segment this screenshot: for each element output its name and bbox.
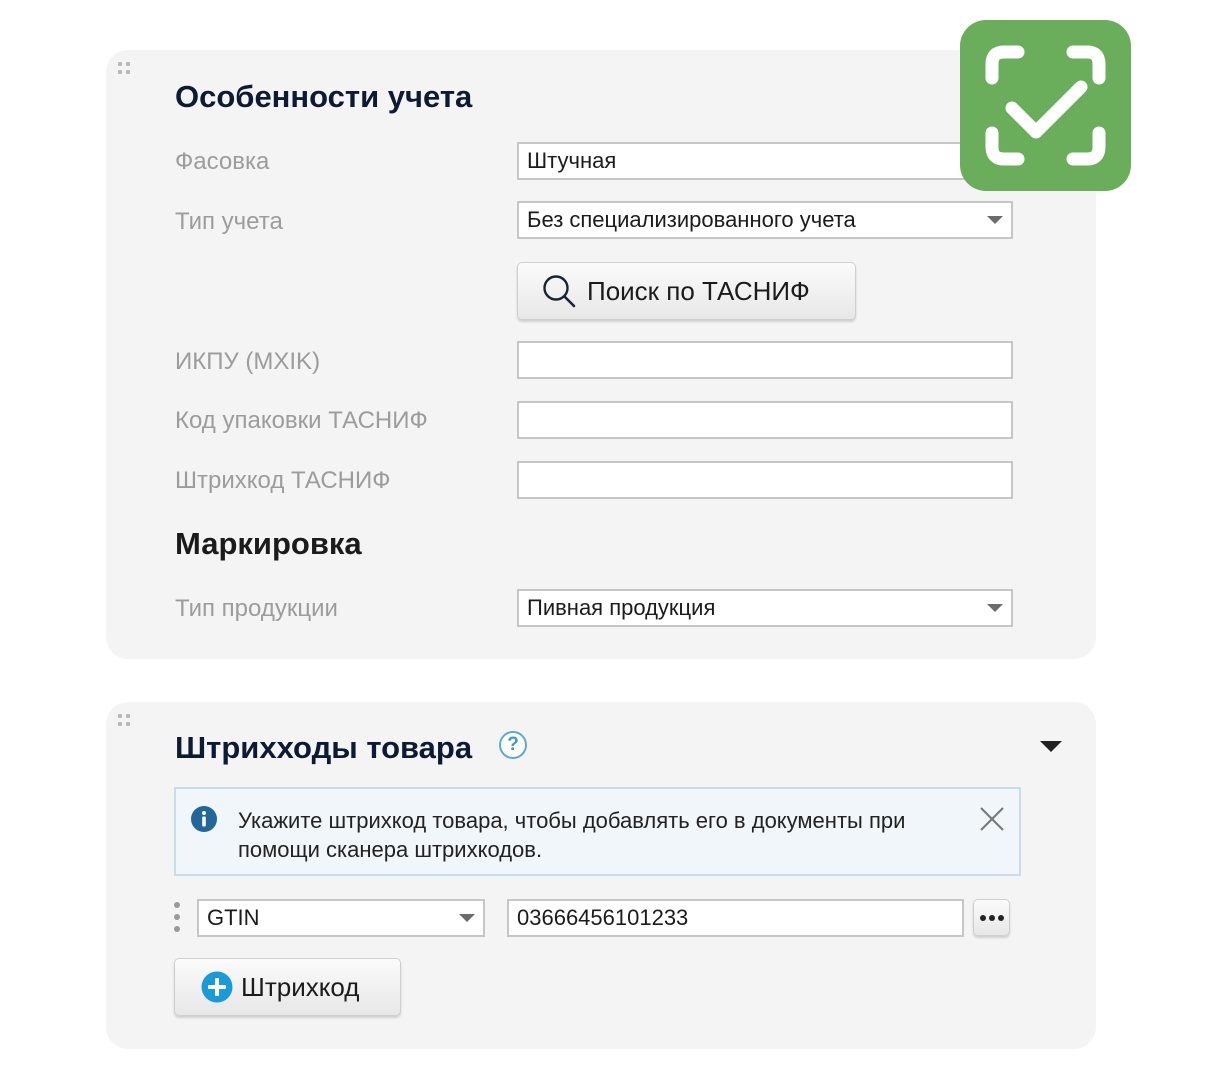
help-icon[interactable]: ? (499, 731, 527, 759)
accounting-title: Особенности учета (175, 79, 473, 114)
packaging-label: Фасовка (175, 148, 270, 175)
more-dots-icon (979, 914, 1004, 921)
dropdown-arrow-icon (987, 604, 1003, 612)
accounting-type-select[interactable]: Без специализированного учета (517, 201, 1013, 239)
product-type-select[interactable]: Пивная продукция (517, 589, 1013, 627)
add-barcode-button[interactable]: Штрихкод (174, 958, 401, 1016)
accounting-type-label: Тип учета (175, 208, 283, 235)
info-icon (191, 806, 217, 832)
barcode-scan-check-icon (960, 20, 1131, 191)
barcode-value-input[interactable] (507, 899, 964, 937)
info-text: Укажите штрихкод товара, чтобы добавлять… (238, 808, 906, 862)
search-icon (543, 275, 576, 308)
search-tasnif-button[interactable]: Поиск по ТАСНИФ (517, 262, 856, 320)
barcodes-panel: Штрихходы товара ? Укажите штрихкод това… (106, 702, 1096, 1049)
dropdown-arrow-icon (987, 216, 1003, 224)
ikpu-input[interactable] (517, 341, 1013, 379)
help-glyph: ? (507, 734, 519, 755)
more-options-button[interactable] (973, 899, 1010, 936)
pack-code-label: Код упаковки ТАСНИФ (175, 407, 428, 434)
add-barcode-label: Штрихкод (241, 971, 360, 1002)
pack-code-input[interactable] (517, 401, 1013, 439)
barcode-type-value: GTIN (207, 905, 260, 930)
search-tasnif-label: Поиск по ТАСНИФ (587, 275, 810, 306)
accounting-panel: Особенности учета Фасовка Штучная Тип уч… (106, 50, 1096, 659)
row-drag-handle-icon[interactable] (174, 902, 180, 932)
barcodes-title: Штрихходы товара (175, 730, 473, 765)
drag-handle-icon[interactable] (118, 62, 130, 74)
scan-frame-check-icon (985, 45, 1106, 166)
product-type-value: Пивная продукция (527, 595, 716, 620)
collapse-arrow-icon[interactable] (1040, 741, 1062, 752)
barcode-type-select[interactable]: GTIN (197, 899, 485, 937)
drag-handle-icon[interactable] (118, 714, 130, 726)
barcode-tasnif-input[interactable] (517, 461, 1013, 499)
ikpu-label: ИКПУ (MXIK) (175, 348, 321, 375)
dropdown-arrow-icon (459, 914, 475, 922)
plus-circle-icon (201, 971, 233, 1003)
accounting-type-value: Без специализированного учета (527, 207, 856, 232)
packaging-value: Штучная (527, 148, 617, 173)
info-banner: Укажите штрихкод товара, чтобы добавлять… (174, 787, 1021, 876)
marking-title: Маркировка (175, 526, 362, 561)
barcode-tasnif-label: Штрихкод ТАСНИФ (175, 467, 391, 494)
close-icon[interactable] (979, 806, 1005, 832)
packaging-field[interactable]: Штучная (517, 142, 1013, 180)
product-type-label: Тип продукции (175, 595, 338, 622)
